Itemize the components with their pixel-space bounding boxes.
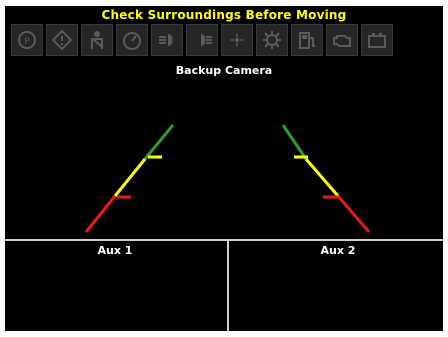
left-guide-green — [143, 124, 175, 160]
aux-2-label: Aux 2 — [320, 244, 356, 257]
right-guide-yellow — [304, 158, 340, 197]
backup-camera-view — [84, 124, 371, 233]
right-guide-red — [336, 195, 371, 233]
display-screen: Check Surroundings Before Moving P Backu… — [5, 6, 443, 331]
left-guide-yellow — [113, 158, 147, 197]
right-guide-green — [281, 124, 308, 160]
left-guide-red — [84, 195, 117, 233]
aux-1-label: Aux 1 — [97, 244, 133, 257]
